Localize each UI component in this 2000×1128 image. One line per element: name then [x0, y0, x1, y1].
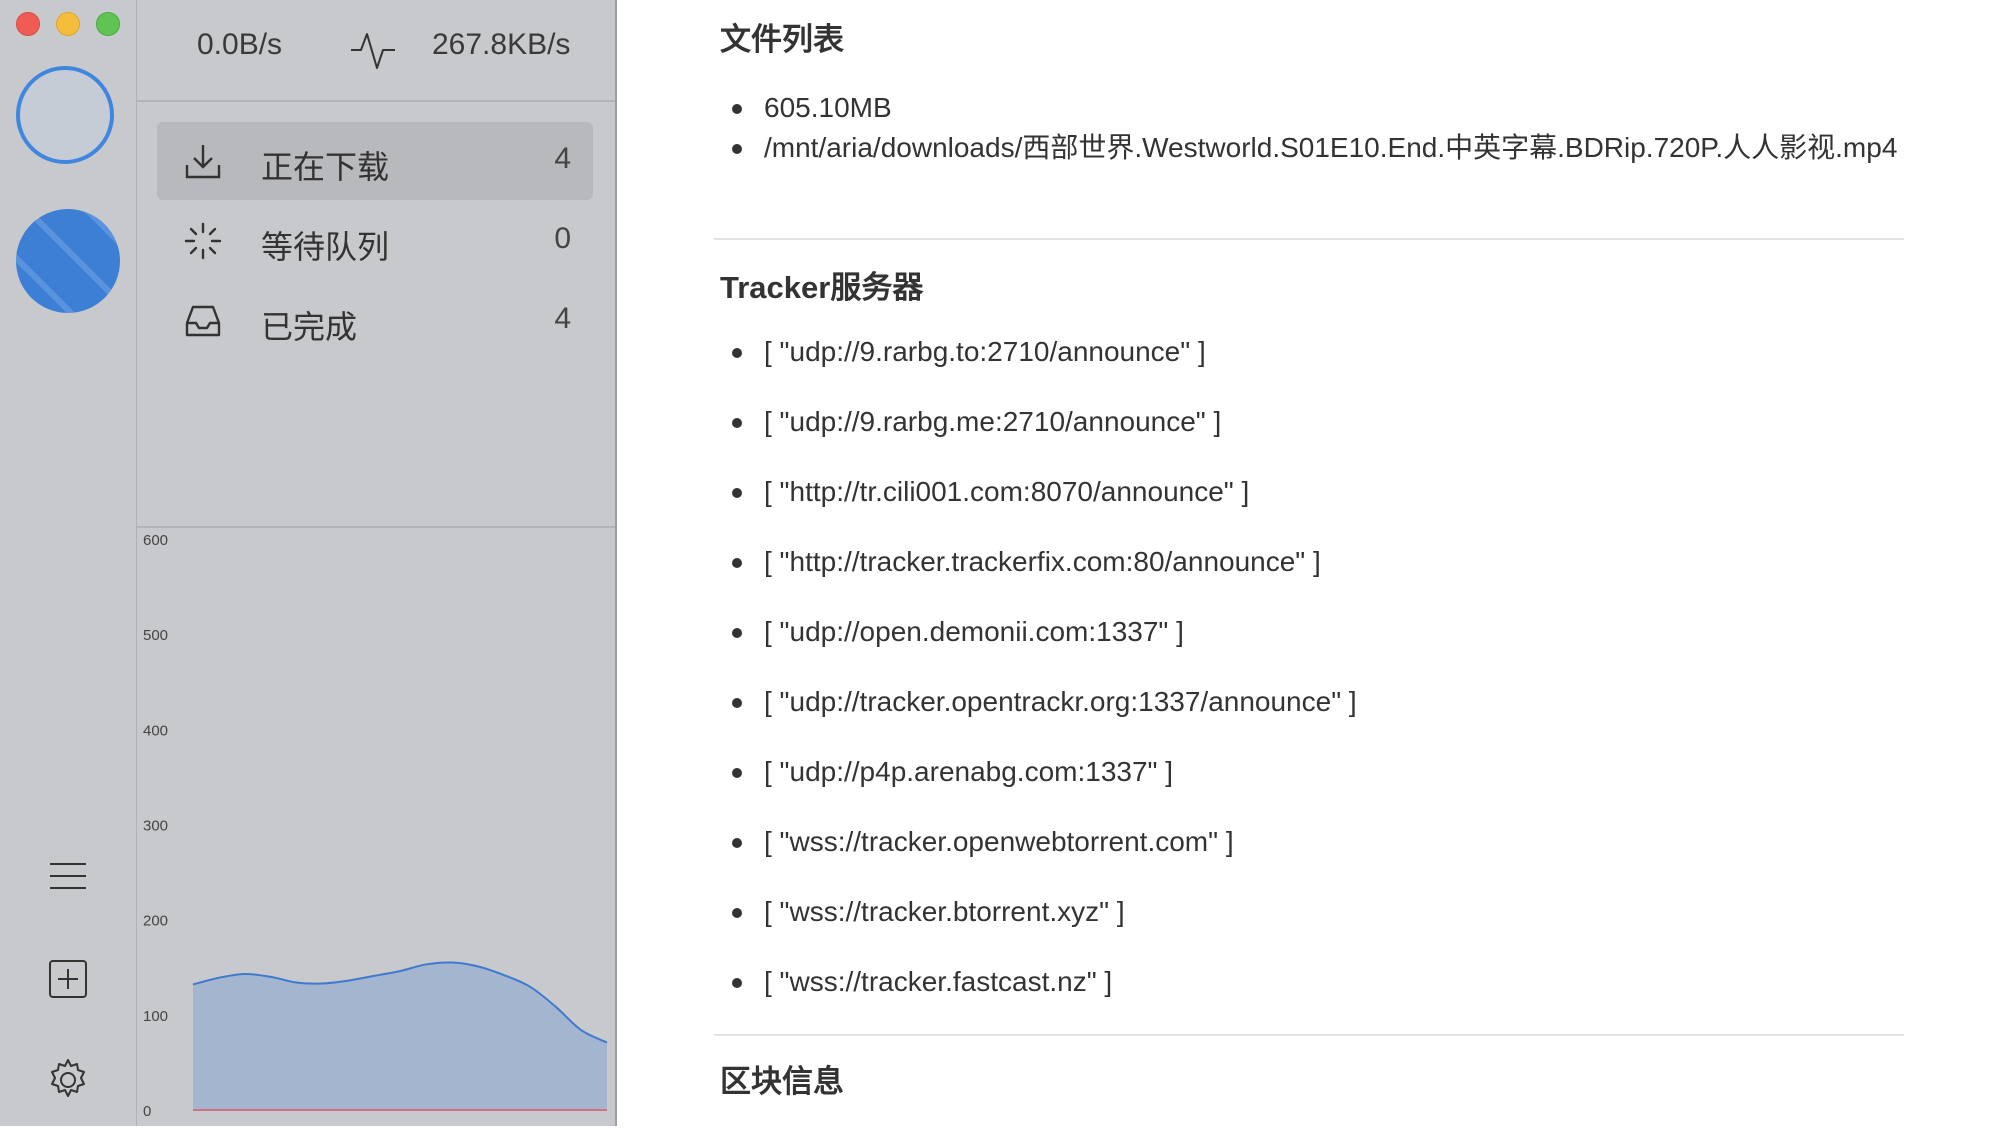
tracker-list: [ "udp://9.rarbg.to:2710/announce" ] [ "… — [732, 332, 1904, 1032]
file-list: 605.10MB /mnt/aria/downloads/西部世界.Westwo… — [732, 88, 1904, 168]
y-tick-label: 100 — [143, 1008, 168, 1025]
menu-count: 0 — [554, 222, 571, 255]
tracker-item: [ "udp://p4p.arenabg.com:1337" ] — [732, 752, 1904, 822]
menu-label: 正在下载 — [261, 149, 390, 185]
y-tick-label: 400 — [143, 722, 168, 739]
task-progress-icon[interactable] — [16, 209, 120, 313]
tracker-item: [ "wss://tracker.openwebtorrent.com" ] — [732, 822, 1904, 892]
menu-icon — [50, 863, 86, 889]
y-tick-label: 500 — [143, 627, 168, 644]
task-panel: 0.0B/s 267.8KB/s 正在下载 4 等待队列 0 已完成 4 600… — [137, 0, 617, 1126]
zoom-window-button[interactable] — [96, 12, 120, 36]
settings-button[interactable] — [40, 1052, 96, 1108]
section-divider — [714, 1034, 1904, 1036]
icon-rail — [0, 0, 137, 1126]
download-icon — [185, 145, 221, 179]
tracker-item: [ "udp://9.rarbg.me:2710/announce" ] — [732, 402, 1904, 472]
menu-item-downloading[interactable]: 正在下载 4 — [157, 122, 593, 200]
file-size: 605.10MB — [732, 88, 1904, 128]
task-filter-menu: 正在下载 4 等待队列 0 已完成 4 — [157, 122, 593, 362]
download-speed: 267.8KB/s — [432, 28, 571, 61]
tracker-item: [ "wss://tracker.btorrent.xyz" ] — [732, 892, 1904, 962]
logo-ring-icon[interactable] — [16, 66, 114, 164]
tracker-item: [ "wss://tracker.fastcast.nz" ] — [732, 962, 1904, 1032]
menu-item-completed[interactable]: 已完成 4 — [157, 282, 593, 360]
menu-item-waiting[interactable]: 等待队列 0 — [157, 202, 593, 280]
menu-label: 等待队列 — [261, 229, 390, 265]
tracker-item: [ "http://tracker.trackerfix.com:80/anno… — [732, 542, 1904, 612]
y-tick-label: 600 — [143, 532, 168, 549]
add-task-icon — [49, 960, 87, 998]
inbox-icon — [185, 305, 221, 337]
blocks-heading: 区块信息 — [720, 1064, 844, 1099]
menu-button[interactable] — [40, 848, 96, 904]
speed-chart: 600 500 400 300 200 100 0 — [137, 526, 615, 1128]
speed-chart-svg: 600 500 400 300 200 100 0 — [143, 532, 608, 1120]
tracker-item: [ "http://tr.cili001.com:8070/announce" … — [732, 472, 1904, 542]
menu-count: 4 — [554, 142, 571, 175]
tracker-item: [ "udp://tracker.opentrackr.org:1337/ann… — [732, 682, 1904, 752]
download-area — [193, 962, 607, 1111]
file-path: /mnt/aria/downloads/西部世界.Westworld.S01E1… — [732, 128, 1904, 168]
menu-label: 已完成 — [261, 309, 358, 345]
tracker-item: [ "udp://9.rarbg.to:2710/announce" ] — [732, 332, 1904, 402]
trackers-heading: Tracker服务器 — [720, 270, 924, 305]
upload-speed: 0.0B/s — [197, 28, 283, 61]
tracker-item: [ "udp://open.demonii.com:1337" ] — [732, 612, 1904, 682]
section-divider — [714, 238, 1904, 240]
loading-icon — [184, 222, 222, 260]
menu-count: 4 — [554, 302, 571, 335]
close-window-button[interactable] — [16, 12, 40, 36]
add-task-button[interactable] — [40, 951, 96, 1007]
activity-icon — [351, 33, 395, 69]
y-tick-label: 0 — [143, 1103, 151, 1120]
minimize-window-button[interactable] — [56, 12, 80, 36]
files-heading: 文件列表 — [720, 22, 844, 57]
y-tick-label: 300 — [143, 818, 168, 835]
y-tick-label: 200 — [143, 913, 168, 930]
speed-bar: 0.0B/s 267.8KB/s — [137, 0, 615, 102]
settings-icon — [51, 1059, 85, 1097]
